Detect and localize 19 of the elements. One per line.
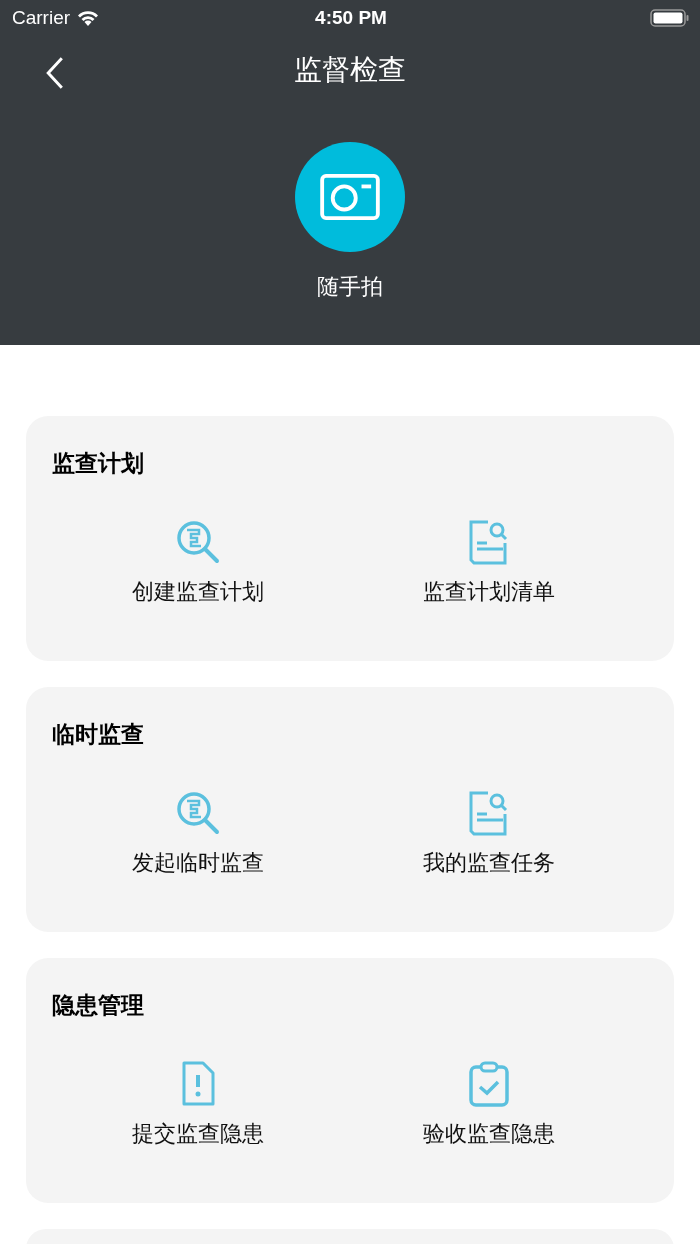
battery-icon: [650, 8, 690, 28]
magnifier-icon[interactable]: [174, 790, 221, 836]
section-title: 监查计划: [52, 449, 144, 478]
carrier-name: Carrier: [12, 7, 71, 29]
camera-label: 随手拍: [317, 273, 383, 301]
menu-item-label[interactable]: 我的监查任务: [422, 848, 555, 878]
menu-item-label[interactable]: 发起临时监查: [131, 848, 264, 878]
camera-icon: [319, 173, 381, 221]
section-title: 临时监查: [52, 720, 144, 749]
section-title: 隐患管理: [52, 991, 144, 1020]
magnifier-icon[interactable]: [174, 519, 221, 565]
wifi-icon: [76, 9, 101, 27]
page-title: 监督检查: [294, 52, 406, 88]
menu-item-label[interactable]: 提交监查隐患: [131, 1119, 264, 1149]
menu-item-label[interactable]: 验收监查隐患: [422, 1119, 555, 1149]
status-time: 4:50 PM: [315, 7, 387, 29]
menu-item-label[interactable]: 创建监查计划: [131, 577, 264, 607]
menu-item-label[interactable]: 监查计划清单: [422, 577, 555, 607]
back-icon[interactable]: [44, 56, 66, 90]
